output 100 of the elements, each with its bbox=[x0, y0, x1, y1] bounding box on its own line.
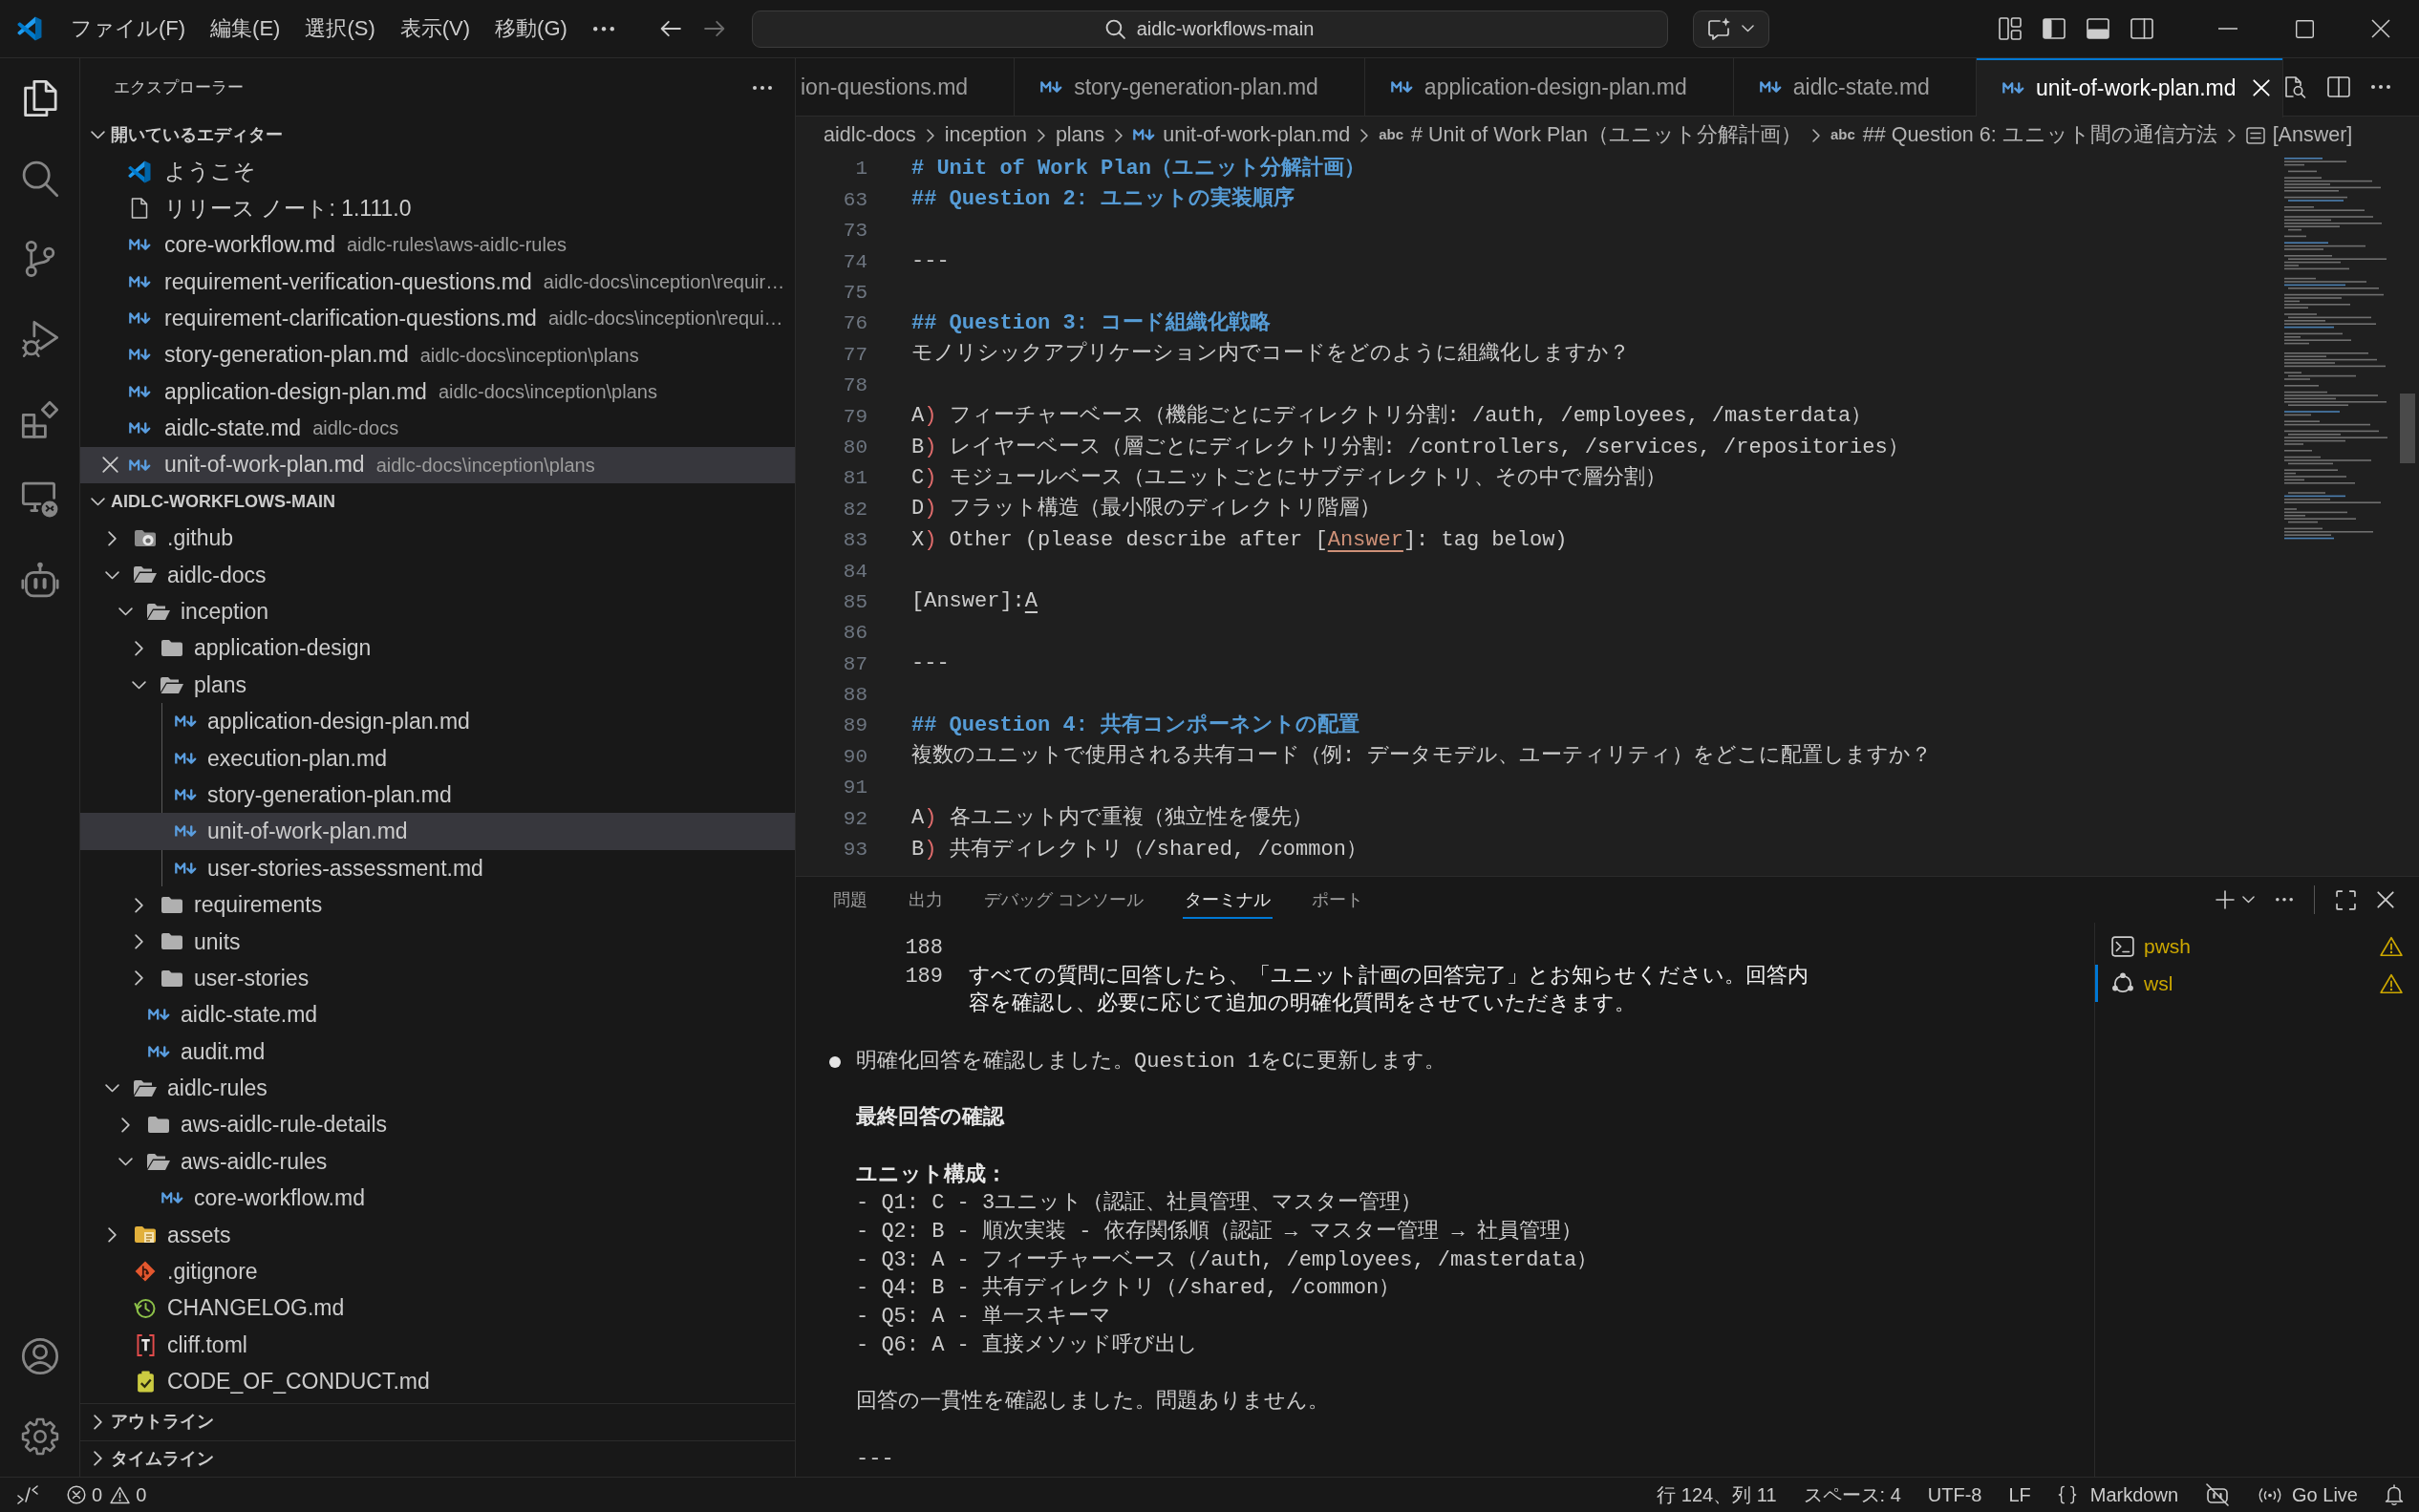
folder-item[interactable]: units bbox=[80, 923, 795, 960]
more-icon[interactable] bbox=[753, 85, 772, 90]
section-header[interactable]: アウトライン bbox=[80, 1403, 795, 1440]
close-icon[interactable] bbox=[2377, 891, 2394, 908]
breadcrumb-item[interactable]: inception bbox=[944, 119, 1027, 151]
folder-item[interactable]: aidlc-docs bbox=[80, 556, 795, 594]
folder-item[interactable]: .github bbox=[80, 520, 795, 557]
file-item[interactable]: user-stories-assessment.md bbox=[80, 849, 795, 887]
terminal-item[interactable]: wsl bbox=[2095, 965, 2419, 1002]
scrollbar-thumb[interactable] bbox=[2400, 394, 2415, 463]
more-icon[interactable] bbox=[592, 26, 614, 32]
bell-icon[interactable] bbox=[2385, 1484, 2404, 1505]
close-icon[interactable] bbox=[101, 457, 118, 474]
menu-item[interactable]: 選択(S) bbox=[292, 11, 388, 47]
panel-tab[interactable]: ポート bbox=[1310, 881, 1365, 919]
remote-icon[interactable] bbox=[17, 1485, 38, 1504]
folder-item[interactable]: assets bbox=[80, 1216, 795, 1254]
menu-item[interactable]: 表示(V) bbox=[387, 11, 483, 47]
open-editor-item[interactable]: aidlc-state.md aidlc-docs bbox=[80, 410, 795, 447]
file-item[interactable]: aidlc-state.md bbox=[80, 996, 795, 1033]
folder-item[interactable]: requirements bbox=[80, 886, 795, 924]
folder-item[interactable]: aws-aidlc-rule-details bbox=[80, 1106, 795, 1143]
open-editor-item[interactable]: application-design-plan.md aidlc-docs\inception\plans bbox=[80, 373, 795, 411]
back-arrow-icon[interactable] bbox=[659, 20, 681, 37]
layout-bottom-pane-icon[interactable] bbox=[2087, 17, 2109, 40]
open-editor-item[interactable]: unit-of-work-plan.md aidlc-docs\inception\plans bbox=[80, 446, 795, 483]
editor-tab[interactable]: unit-of-work-plan.md bbox=[1976, 58, 2283, 117]
status-item[interactable]: スペース: 4 bbox=[1803, 1480, 1901, 1509]
terminal-item[interactable]: pwsh bbox=[2095, 927, 2419, 965]
breadcrumb-item[interactable]: abc # Unit of Work Plan（ユニット分解計画） bbox=[1379, 119, 1802, 151]
breadcrumb-item[interactable]: aidlc-docs bbox=[824, 119, 916, 151]
open-editor-item[interactable]: リリース ノート: 1.111.0 bbox=[80, 189, 795, 227]
panel-tab[interactable]: デバッグ コンソール bbox=[982, 881, 1145, 919]
breadcrumb-item[interactable]: unit-of-work-plan.md bbox=[1133, 119, 1351, 151]
open-editor-item[interactable]: story-generation-plan.md aidlc-docs\inception\plans bbox=[80, 336, 795, 373]
run-debug-icon[interactable] bbox=[20, 320, 59, 358]
search-icon[interactable] bbox=[20, 160, 59, 198]
close-icon[interactable] bbox=[2371, 19, 2390, 38]
panel-tab[interactable]: ターミナル bbox=[1183, 881, 1273, 919]
panel-tab[interactable]: 問題 bbox=[831, 881, 869, 919]
layout-left-pane-icon[interactable] bbox=[2043, 17, 2066, 40]
breadcrumb-item[interactable]: abc ## Question 6: ユニット間の通信方法 bbox=[1830, 119, 2217, 151]
minimap[interactable] bbox=[2282, 158, 2389, 542]
file-item[interactable]: CODE_OF_CONDUCT.md bbox=[80, 1363, 795, 1400]
editor-tab[interactable]: aidlc-state.md bbox=[1733, 58, 1977, 117]
open-editor-item[interactable]: requirement-clarification-questions.md aidlc-docs\inception\requi… bbox=[80, 299, 795, 337]
breadcrumb-item[interactable]: plans bbox=[1055, 119, 1105, 151]
plus-icon[interactable] bbox=[2216, 890, 2235, 909]
account-icon[interactable] bbox=[20, 1337, 59, 1375]
menu-item[interactable]: 編集(E) bbox=[198, 11, 293, 47]
open-editor-item[interactable]: ようこそ bbox=[80, 153, 795, 190]
section-header[interactable]: AIDLC-WORKFLOWS-MAIN bbox=[80, 482, 795, 521]
remote-monitor-icon[interactable] bbox=[20, 480, 59, 519]
menu-item[interactable]: 移動(G) bbox=[482, 11, 580, 47]
markdown-icon bbox=[174, 715, 197, 728]
editor-tab[interactable]: story-generation-plan.md bbox=[1015, 58, 1365, 117]
folder-item[interactable]: aidlc-rules bbox=[80, 1070, 795, 1107]
file-item[interactable]: application-design-plan.md bbox=[80, 703, 795, 740]
split-editor-icon[interactable] bbox=[2327, 75, 2350, 98]
file-item[interactable]: CHANGELOG.md bbox=[80, 1289, 795, 1327]
extensions-icon[interactable] bbox=[20, 400, 59, 438]
warnings-button[interactable]: 0 bbox=[110, 1480, 147, 1509]
editor-tab[interactable]: application-design-plan.md bbox=[1364, 58, 1734, 117]
section-header[interactable]: 開いているエディター bbox=[80, 117, 795, 154]
file-item[interactable]: .gitignore bbox=[80, 1253, 795, 1290]
folder-item[interactable]: plans bbox=[80, 666, 795, 704]
chat-button[interactable] bbox=[1692, 10, 1769, 48]
maximize-panel-icon[interactable] bbox=[2336, 889, 2356, 910]
robot-icon[interactable] bbox=[20, 561, 59, 599]
folder-item[interactable]: inception bbox=[80, 593, 795, 630]
folder-item[interactable]: aws-aidlc-rules bbox=[80, 1142, 795, 1181]
preview-search-icon[interactable] bbox=[2283, 75, 2306, 98]
layout-grid-icon[interactable] bbox=[1999, 17, 2022, 40]
command-center[interactable]: aidlc-workflows-main bbox=[751, 10, 1668, 48]
language-mode[interactable]: Markdown bbox=[2057, 1480, 2179, 1509]
file-item[interactable]: core-workflow.md bbox=[80, 1180, 795, 1217]
robot-slash-icon[interactable] bbox=[2205, 1483, 2231, 1506]
file-item[interactable]: story-generation-plan.md bbox=[80, 777, 795, 814]
more-icon[interactable] bbox=[2276, 898, 2293, 902]
settings-gear-icon[interactable] bbox=[21, 1418, 58, 1455]
file-item[interactable]: cliff.toml bbox=[80, 1326, 795, 1364]
menu-item[interactable]: ファイル(F) bbox=[58, 11, 199, 47]
layout-right-pane-icon[interactable] bbox=[2130, 17, 2153, 40]
editor-tab[interactable]: ion-questions.md bbox=[796, 58, 1016, 117]
more-icon[interactable] bbox=[2371, 85, 2390, 89]
open-editor-item[interactable]: requirement-verification-questions.md aidlc-docs\inception\requir… bbox=[80, 263, 795, 300]
status-item[interactable]: LF bbox=[2008, 1480, 2031, 1509]
errors-button[interactable]: 0 bbox=[67, 1480, 103, 1509]
open-editor-item[interactable]: core-workflow.md aidlc-rules\aws-aidlc-rules bbox=[80, 226, 795, 264]
status-item[interactable]: UTF-8 bbox=[1927, 1480, 1982, 1509]
breadcrumb-item[interactable]: [Answer] bbox=[2245, 119, 2353, 151]
status-item[interactable]: 行 124、列 11 bbox=[1657, 1480, 1777, 1509]
file-item[interactable]: unit-of-work-plan.md bbox=[80, 813, 795, 850]
file-item[interactable]: audit.md bbox=[80, 1033, 795, 1071]
go-live-button[interactable]: Go Live bbox=[2257, 1480, 2358, 1509]
panel-tab[interactable]: 出力 bbox=[907, 881, 945, 919]
maximize-icon[interactable] bbox=[2295, 19, 2314, 38]
file-item[interactable]: execution-plan.md bbox=[80, 739, 795, 777]
folder-item[interactable]: user-stories bbox=[80, 960, 795, 997]
folder-item[interactable]: application-design bbox=[80, 629, 795, 667]
